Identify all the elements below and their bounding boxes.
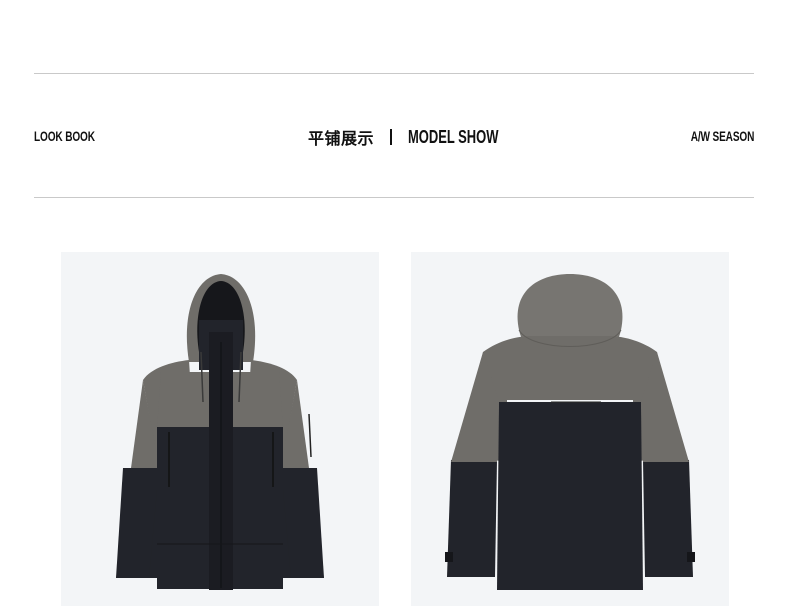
section-title-zh: 平铺展示 <box>308 129 375 148</box>
title-separator <box>390 129 393 145</box>
jacket-back-illustration <box>445 274 695 590</box>
season-label: A/W SEASON <box>690 128 754 144</box>
jacket-front-image <box>61 252 379 606</box>
section-title: 平铺展示 MODEL SHOW <box>308 126 534 149</box>
jacket-front-illustration <box>116 274 324 590</box>
look-book-label: LOOK BOOK <box>34 128 95 144</box>
bottom-divider <box>34 197 754 198</box>
jacket-back-image <box>411 252 729 606</box>
section-title-en: MODEL SHOW <box>408 126 499 147</box>
top-divider <box>34 73 754 74</box>
